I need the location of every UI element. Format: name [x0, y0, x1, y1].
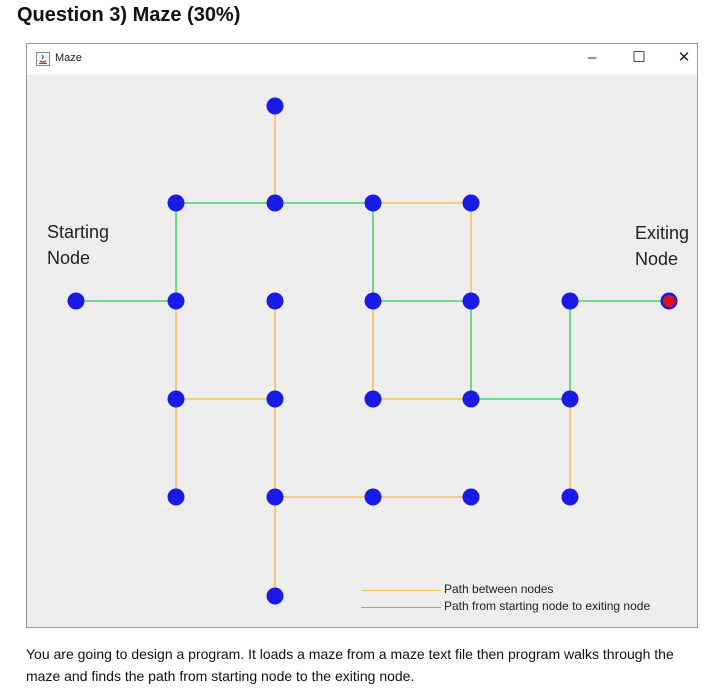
maze-node	[364, 194, 382, 212]
maze-node	[167, 194, 185, 212]
maze-canvas: Starting Node Exiting Node Path between …	[27, 75, 697, 627]
maze-node	[167, 488, 185, 506]
maze-node	[266, 488, 284, 506]
maze-node	[167, 292, 185, 310]
exiting-label-line1: Exiting	[635, 223, 690, 243]
maze-node	[561, 488, 579, 506]
maximize-button[interactable]: ☐	[628, 48, 650, 68]
maze-node	[266, 587, 284, 605]
exiting-node-label: Exiting Node	[635, 220, 689, 272]
starting-node-label: Starting Node	[47, 219, 109, 271]
legend-green-swatch	[361, 607, 441, 608]
starting-label-line2: Node	[47, 248, 91, 268]
maze-node	[462, 390, 480, 408]
close-button[interactable]: ✕	[673, 48, 695, 68]
legend-between-label: Path between nodes	[444, 582, 554, 596]
maze-window: Maze – ☐ ✕ Starting Node Exiting Node Pa…	[26, 43, 698, 628]
maze-node	[561, 292, 579, 310]
maze-node	[364, 292, 382, 310]
maze-node	[462, 292, 480, 310]
maze-node	[67, 292, 85, 310]
legend-yellow-swatch	[361, 590, 441, 591]
maze-node	[266, 292, 284, 310]
maze-node	[561, 390, 579, 408]
minimize-button[interactable]: –	[581, 48, 603, 68]
window-title: Maze	[55, 52, 82, 64]
exit-node	[663, 295, 675, 307]
legend-solution-label: Path from starting node to exiting node	[444, 599, 651, 613]
maze-node	[462, 488, 480, 506]
maze-node	[266, 390, 284, 408]
window-titlebar[interactable]: Maze – ☐ ✕	[27, 44, 697, 75]
maze-node	[462, 194, 480, 212]
maze-node	[167, 390, 185, 408]
question-description: You are going to design a program. It lo…	[26, 646, 674, 684]
maze-node	[266, 97, 284, 115]
question-heading: Question 3) Maze (30%)	[17, 4, 241, 26]
exiting-label-line2: Node	[635, 249, 679, 269]
maze-node	[266, 194, 284, 212]
maze-node	[364, 488, 382, 506]
java-app-icon	[36, 52, 50, 66]
maze-node	[364, 390, 382, 408]
starting-label-line1: Starting	[47, 222, 110, 242]
maze-graph	[67, 97, 678, 605]
